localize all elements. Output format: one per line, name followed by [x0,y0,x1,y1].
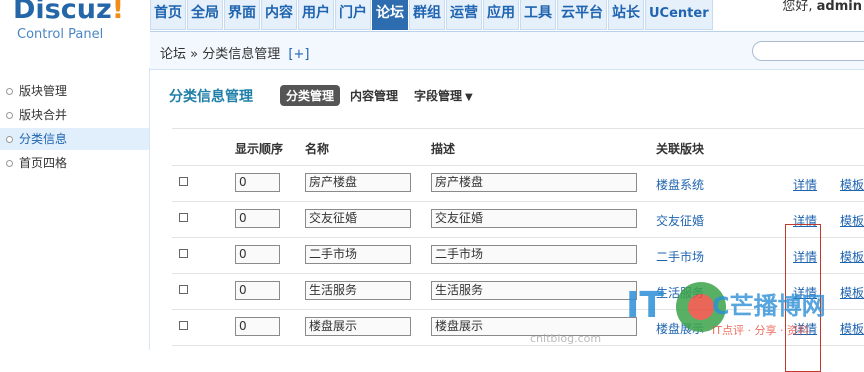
name-input[interactable]: 交友征婚 [305,209,411,228]
nav-item-apps[interactable]: 应用 [483,0,519,30]
nav-item-portal[interactable]: 门户 [335,0,371,30]
name-input[interactable]: 二手市场 [305,245,411,264]
detail-link[interactable]: 详情 [793,248,817,265]
forum-link[interactable]: 楼盘系统 [656,176,704,193]
caret-down-icon: ▼ [465,92,473,103]
sidebar: 版块管理 版块合并 分类信息 首页四格 [0,68,150,350]
forum-link[interactable]: 生活服务 [656,284,704,301]
nav-item-style[interactable]: 界面 [224,0,260,30]
header-order: 显示顺序 [235,142,284,156]
breadcrumb: 论坛 » 分类信息管理 [+] [160,43,309,62]
header-description: 描述 [431,142,456,156]
order-input[interactable]: 0 [235,317,280,336]
template-link[interactable]: 模板 [840,176,864,193]
main-content: 分类信息管理 分类管理 内容管理 字段管理 ▼ 显示顺序 名称 描述 关联版块 0… [150,68,864,372]
sub-header: 论坛 » 分类信息管理 [+] [150,31,864,70]
discuz-logo[interactable]: Discuz! Control Panel [13,0,153,44]
detail-link[interactable]: 详情 [793,212,817,229]
nav-item-global[interactable]: 全局 [187,0,223,30]
forum-link[interactable]: 二手市场 [656,248,704,265]
nav-item-group[interactable]: 群组 [409,0,445,30]
table-row: 0 交友征婚 交友征婚 交友征婚 详情 模板 [172,201,864,238]
breadcrumb-separator: » [190,47,199,62]
user-greeting: 您好, [782,0,813,14]
nav-item-webmaster[interactable]: 站长 [608,0,644,30]
search-input[interactable] [752,41,864,61]
nav-item-user[interactable]: 用户 [298,0,334,30]
sidebar-item-thread-types[interactable]: 分类信息 [0,128,149,150]
header-forum: 关联版块 [656,142,705,156]
tab-field-manage[interactable]: 字段管理 ▼ [408,85,479,106]
detail-link[interactable]: 详情 [793,284,817,301]
header-name: 名称 [305,142,330,156]
description-input[interactable]: 生活服务 [431,281,637,300]
sidebar-item-forum-manage[interactable]: 版块管理 [0,80,149,102]
order-input[interactable]: 0 [235,173,280,192]
breadcrumb-root[interactable]: 论坛 [160,47,186,62]
template-link[interactable]: 模板 [840,320,864,337]
top-header: Discuz! Control Panel 首页 全局 界面 内容 用户 门户 … [0,0,864,42]
description-input[interactable]: 二手市场 [431,245,637,264]
tab-bar: 分类管理 内容管理 字段管理 ▼ [280,85,483,106]
order-input[interactable]: 0 [235,209,280,228]
page-title: 分类信息管理 [169,89,253,105]
table-row: 0 房产楼盘 房产楼盘 楼盘系统 详情 模板 [172,165,864,202]
row-checkbox[interactable] [179,249,188,258]
nav-item-ucenter[interactable]: UCenter [645,0,713,30]
table-row: 0 楼盘展示 楼盘展示 楼盘展示 详情 模板 [172,309,864,346]
table-row: 0 生活服务 生活服务 生活服务 详情 模板 [172,273,864,310]
name-input[interactable]: 房产楼盘 [305,173,411,192]
nav-item-content[interactable]: 内容 [261,0,297,30]
sidebar-item-forum-merge[interactable]: 版块合并 [0,104,149,126]
order-input[interactable]: 0 [235,281,280,300]
template-link[interactable]: 模板 [840,284,864,301]
add-shortcut-button[interactable]: [+] [288,47,309,62]
nav-item-home[interactable]: 首页 [150,0,186,30]
row-checkbox[interactable] [179,321,188,330]
forum-link[interactable]: 楼盘展示 [656,320,704,337]
order-input[interactable]: 0 [235,245,280,264]
template-link[interactable]: 模板 [840,248,864,265]
row-checkbox[interactable] [179,177,188,186]
nav-item-forum[interactable]: 论坛 [372,0,408,30]
row-checkbox[interactable] [179,213,188,222]
description-input[interactable]: 房产楼盘 [431,173,637,192]
table-header: 显示顺序 名称 描述 关联版块 [172,128,864,166]
tab-field-manage-label: 字段管理 [414,89,463,103]
detail-link[interactable]: 详情 [793,176,817,193]
breadcrumb-current: 分类信息管理 [202,47,281,62]
description-input[interactable]: 楼盘展示 [431,317,637,336]
main-nav: 首页 全局 界面 内容 用户 门户 论坛 群组 运营 应用 工具 云平台 站长 … [150,0,714,31]
user-info: 您好, admin [782,0,862,14]
nav-item-tools[interactable]: 工具 [520,0,556,30]
tab-content-manage[interactable]: 内容管理 [344,85,404,106]
user-name[interactable]: admin [817,0,862,14]
table-row: 0 二手市场 二手市场 二手市场 详情 模板 [172,237,864,274]
name-input[interactable]: 生活服务 [305,281,411,300]
description-input[interactable]: 交友征婚 [431,209,637,228]
nav-item-operation[interactable]: 运营 [446,0,482,30]
tab-category-manage[interactable]: 分类管理 [280,85,341,106]
forum-link[interactable]: 交友征婚 [656,212,704,229]
logo-subtitle: Control Panel [17,27,104,42]
logo-mark: ! [111,0,125,25]
name-input[interactable]: 楼盘展示 [305,317,411,336]
detail-link[interactable]: 详情 [793,320,817,337]
logo-text: Discuz [13,0,112,25]
row-checkbox[interactable] [179,285,188,294]
sidebar-item-home-grid[interactable]: 首页四格 [0,152,149,174]
nav-item-cloud[interactable]: 云平台 [557,0,607,30]
template-link[interactable]: 模板 [840,212,864,229]
